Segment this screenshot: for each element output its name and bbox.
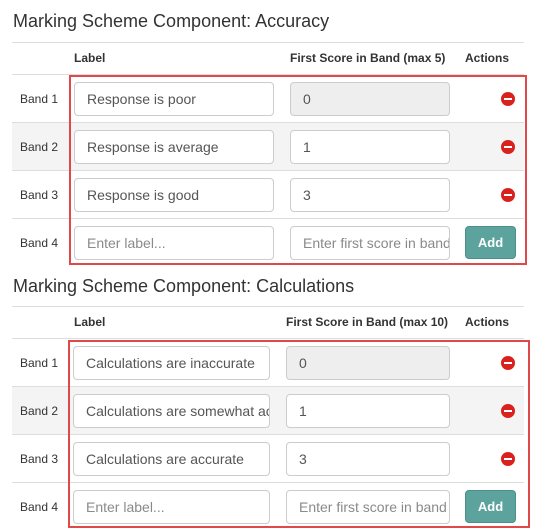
band-label-input[interactable]: Calculations are somewhat accurate [73,394,270,428]
band-number: Band 4 [20,236,59,250]
band-label-input[interactable]: Calculations are inaccurate [73,346,270,380]
column-header-label: Label [74,51,106,65]
band-label-input[interactable]: Response is poor [74,82,274,116]
band-row: Band 2 Response is average 1 [12,122,524,170]
new-band-score-input[interactable]: Enter first score in band [286,490,450,524]
band-score-input: 0 [286,346,450,380]
column-header-actions: Actions [465,315,510,329]
header-divider [12,306,524,307]
band-label-input[interactable]: Calculations are accurate [73,442,270,476]
new-band-score-input[interactable]: Enter first score in band [290,226,450,260]
new-band-label-input[interactable]: Enter label... [73,490,270,524]
band-row: Band 2 Calculations are somewhat accurat… [12,386,524,434]
band-row: Band 1 Response is poor 0 [12,74,524,122]
component-title: Marking Scheme Component: Accuracy [13,11,330,31]
band-score-input[interactable]: 3 [290,178,450,212]
new-band-label-input[interactable]: Enter label... [74,226,274,260]
band-score-input[interactable]: 1 [286,394,450,428]
component-title: Marking Scheme Component: Calculations [13,276,355,296]
band-number: Band 2 [20,140,59,154]
column-header-actions: Actions [465,51,510,65]
band-row: Band 3 Calculations are accurate 3 [12,434,524,482]
band-label-input[interactable]: Response is good [74,178,274,212]
band-row: Band 1 Calculations are inaccurate 0 [12,338,524,386]
new-band-row: Band 4 Enter label... Enter first score … [12,482,524,530]
band-number: Band 3 [20,452,59,466]
column-header-score: First Score in Band (max 5) [290,51,446,65]
remove-icon[interactable] [501,140,515,154]
band-score-input[interactable]: 3 [286,442,450,476]
remove-icon[interactable] [501,404,515,418]
band-number: Band 1 [20,356,59,370]
band-score-input: 0 [290,82,450,116]
remove-icon[interactable] [501,356,515,370]
remove-icon[interactable] [501,92,515,106]
band-number: Band 4 [20,500,59,514]
band-number: Band 3 [20,188,59,202]
new-band-row: Band 4 Enter label... Enter first score … [12,218,524,266]
add-band-button[interactable]: Add [465,490,516,523]
column-header-label: Label [74,315,106,329]
band-number: Band 1 [20,92,59,106]
column-header-score: First Score in Band (max 10) [286,315,449,329]
band-number: Band 2 [20,404,59,418]
remove-icon[interactable] [501,188,515,202]
band-label-input[interactable]: Response is average [74,130,274,164]
add-band-button[interactable]: Add [465,226,516,259]
band-score-input[interactable]: 1 [290,130,450,164]
band-row: Band 3 Response is good 3 [12,170,524,218]
remove-icon[interactable] [501,452,515,466]
header-divider [12,42,524,43]
